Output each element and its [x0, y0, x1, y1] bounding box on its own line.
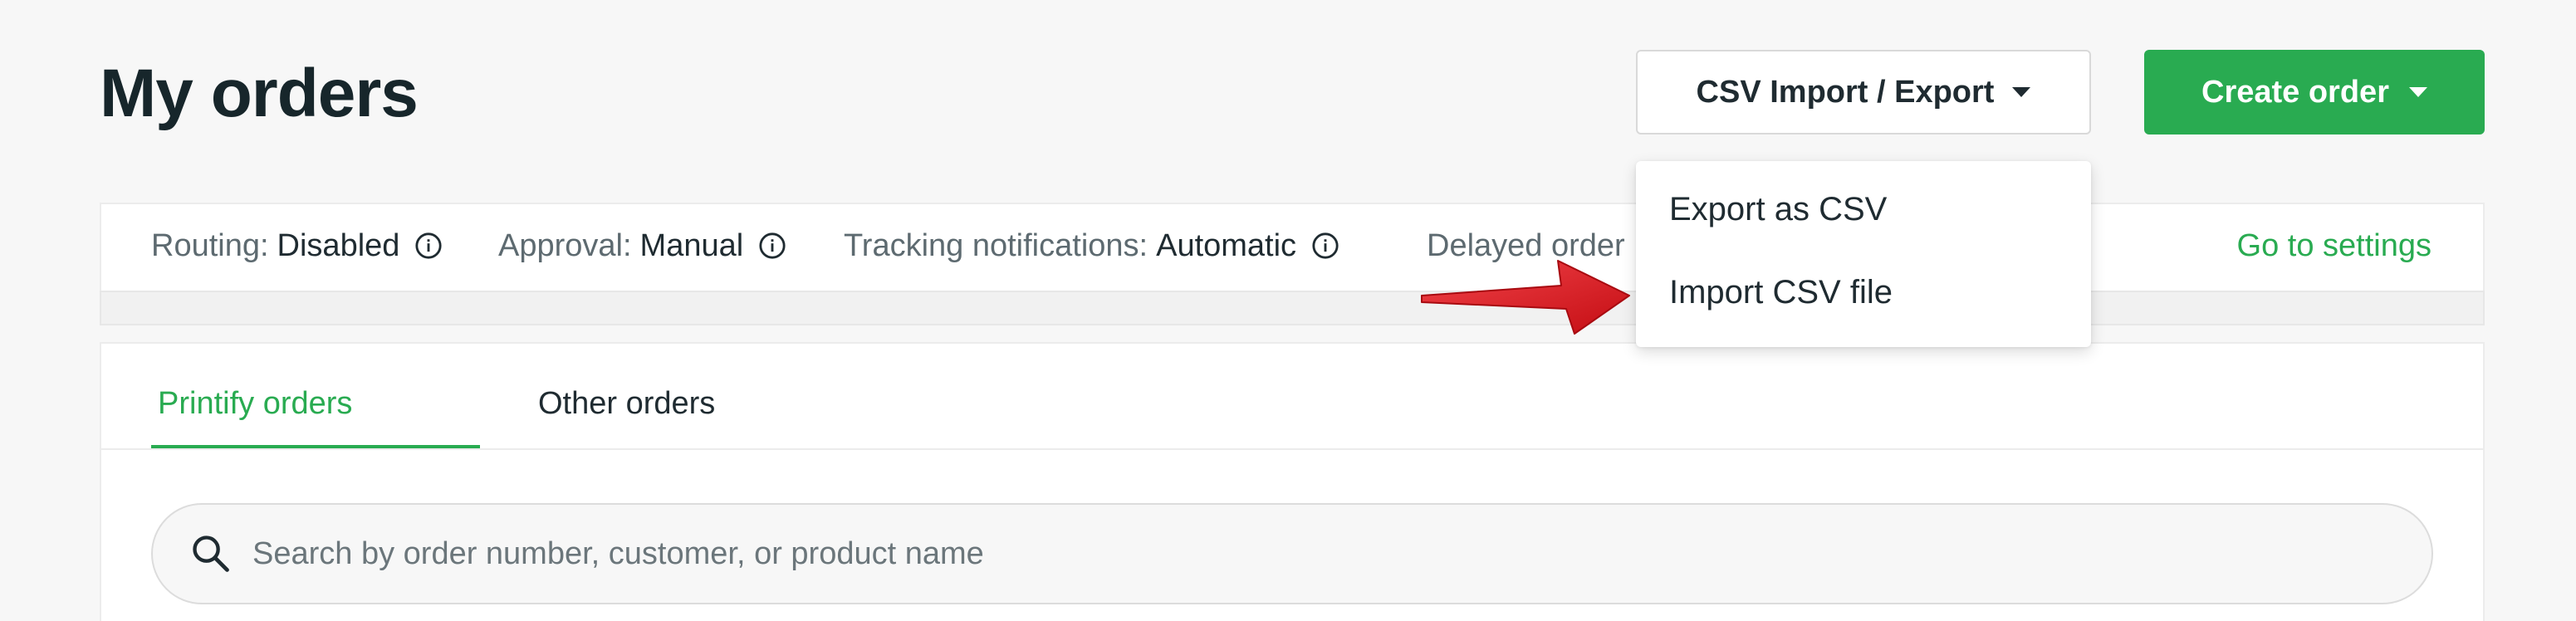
go-to-settings-link[interactable]: Go to settings [2237, 226, 2432, 266]
approval-label: Approval: [498, 228, 632, 263]
red-pointer-arrow-icon [1421, 260, 1630, 335]
create-order-label: Create order [2201, 74, 2389, 110]
info-icon[interactable] [758, 232, 786, 260]
routing-setting: Routing: Disabled [151, 226, 443, 266]
csv-dropdown-menu: Export as CSV Import CSV file [1636, 161, 2091, 347]
active-tab-indicator [151, 445, 480, 448]
settings-bar-strip [100, 291, 2485, 325]
search-icon [193, 535, 229, 572]
tracking-setting: Tracking notifications: Automatic [844, 226, 1339, 266]
approval-value: Manual [639, 228, 744, 263]
tracking-label: Tracking notifications: [844, 228, 1148, 263]
caret-down-icon [2408, 87, 2427, 97]
routing-value: Disabled [277, 228, 400, 263]
caret-down-icon [2012, 87, 2031, 97]
csv-button-label: CSV Import / Export [1696, 74, 1995, 110]
search-input[interactable] [252, 535, 2329, 572]
tracking-value: Automatic [1156, 228, 1297, 263]
export-as-csv-item[interactable]: Export as CSV [1669, 186, 1887, 232]
page-title: My orders [100, 56, 419, 131]
routing-label: Routing: [151, 228, 269, 263]
create-order-button[interactable]: Create order [2144, 50, 2485, 134]
tabs-divider [101, 448, 2483, 450]
search-box[interactable] [151, 503, 2433, 604]
import-csv-file-item[interactable]: Import CSV file [1669, 269, 1893, 315]
orders-card: Printify orders Other orders [100, 342, 2485, 621]
info-icon[interactable] [414, 232, 443, 260]
orders-page: My orders CSV Import / Export Create ord… [0, 0, 2576, 621]
approval-setting: Approval: Manual [498, 226, 786, 266]
csv-import-export-button[interactable]: CSV Import / Export [1636, 50, 2091, 134]
tab-printify-orders[interactable]: Printify orders [158, 379, 352, 428]
tab-other-orders[interactable]: Other orders [538, 379, 715, 428]
info-icon[interactable] [1311, 232, 1339, 260]
